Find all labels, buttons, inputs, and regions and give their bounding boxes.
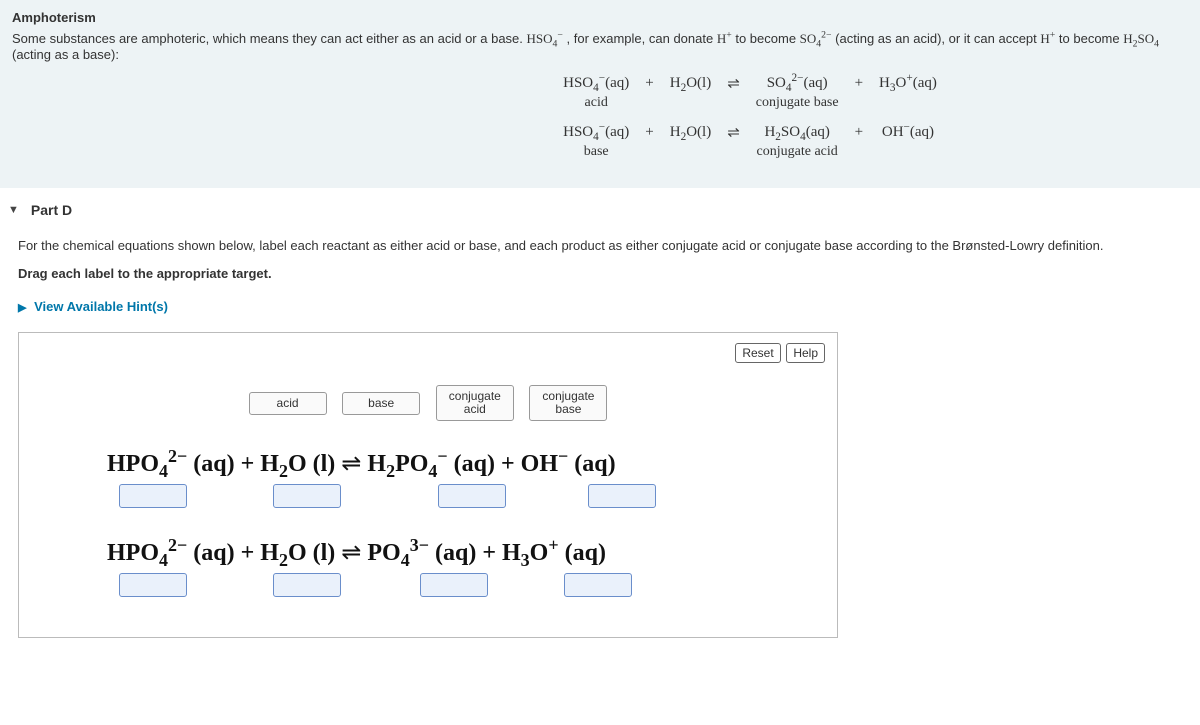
help-button[interactable]: Help [786, 343, 825, 363]
caret-down-icon: ▼ [8, 204, 19, 216]
drop-target-eq1-r2[interactable] [273, 484, 341, 508]
example-equations: HSO4−(aq) + H2O(l) ⇌ SO42−(aq) + H3O+(aq… [12, 72, 1188, 170]
intro-text-c: to become [735, 31, 799, 46]
label-chip-acid[interactable]: acid [249, 392, 327, 415]
label-conjugate-acid: conjugate acid [748, 144, 847, 170]
eq2-reactant2: H2O(l) [662, 121, 719, 144]
drop-target-eq2-p2[interactable] [564, 573, 632, 597]
eq2-product1: H2SO4(aq) [748, 121, 847, 144]
draggable-labels-row: acid base conjugate acid conjugate base [31, 385, 825, 421]
part-label: Part D [31, 202, 72, 218]
equilibrium-arrow-icon: ⇌ [341, 538, 361, 567]
equation-1-targets [107, 484, 825, 508]
eq1-product2: H3O+(aq) [871, 72, 945, 95]
label-chip-base[interactable]: base [342, 392, 420, 415]
plus-sign: + [637, 72, 661, 95]
intro-text-d: (acting as an acid), or it can accept [835, 31, 1040, 46]
drop-target-eq1-r1[interactable] [119, 484, 187, 508]
drop-target-eq1-p1[interactable] [438, 484, 506, 508]
intro-text: Some substances are amphoteric, which me… [12, 31, 1188, 62]
h-plus: H+ [717, 31, 732, 46]
intro-text-e: to become [1059, 31, 1123, 46]
intro-panel: Amphoterism Some substances are amphoter… [0, 0, 1200, 188]
plus-sign: + [847, 72, 871, 95]
hso4-formula: HSO4− [527, 31, 563, 46]
h-plus-2: H+ [1040, 31, 1055, 46]
hints-label: View Available Hint(s) [34, 299, 168, 314]
drop-target-eq2-r1[interactable] [119, 573, 187, 597]
label-acid: acid [555, 95, 637, 121]
intro-title: Amphoterism [12, 10, 1188, 25]
drop-target-eq1-p2[interactable] [588, 484, 656, 508]
label-chip-conjugate-base[interactable]: conjugate base [529, 385, 607, 421]
label-chip-conjugate-acid[interactable]: conjugate acid [436, 385, 514, 421]
label-conjugate-base: conjugate base [748, 95, 847, 121]
part-header[interactable]: ▼ Part D [0, 188, 1200, 228]
instruction-line2: Drag each label to the appropriate targe… [18, 264, 1182, 284]
equation-2: HPO42− (aq) + H2O (l) ⇌ PO43− (aq) + H3O… [107, 538, 825, 567]
equilibrium-arrow: ⇌ [719, 121, 748, 144]
equation-2-targets [107, 573, 825, 597]
intro-text-a: Some substances are amphoteric, which me… [12, 31, 527, 46]
instruction-line1: For the chemical equations shown below, … [18, 236, 1182, 256]
drop-target-eq2-p1[interactable] [420, 573, 488, 597]
eq1-product1: SO42−(aq) [748, 72, 847, 95]
equation-1: HPO42− (aq) + H2O (l) ⇌ H2PO4− (aq) + OH… [107, 449, 825, 478]
equilibrium-arrow: ⇌ [719, 72, 748, 95]
intro-text-f: (acting as a base): [12, 47, 119, 62]
plus-sign: + [637, 121, 661, 144]
eq1-reactant2: H2O(l) [662, 72, 719, 95]
intro-text-b: , for example, can donate [567, 31, 717, 46]
eq2-reactant1: HSO4−(aq) [555, 121, 637, 144]
part-body: For the chemical equations shown below, … [0, 236, 1200, 658]
caret-right-icon: ▶ [18, 301, 26, 314]
plus-sign: + [847, 121, 871, 144]
eq1-reactant1: HSO4−(aq) [555, 72, 637, 95]
so4-formula: SO42− [800, 31, 832, 46]
label-base: base [555, 144, 637, 170]
drag-workspace: Reset Help acid base conjugate acid conj… [18, 332, 838, 638]
h2so4-formula: H2SO4 [1123, 31, 1159, 46]
view-hints-link[interactable]: ▶ View Available Hint(s) [18, 299, 168, 314]
reset-button[interactable]: Reset [735, 343, 780, 363]
drop-target-eq2-r2[interactable] [273, 573, 341, 597]
eq2-product2: OH−(aq) [871, 121, 945, 144]
equilibrium-arrow-icon: ⇌ [341, 449, 361, 478]
